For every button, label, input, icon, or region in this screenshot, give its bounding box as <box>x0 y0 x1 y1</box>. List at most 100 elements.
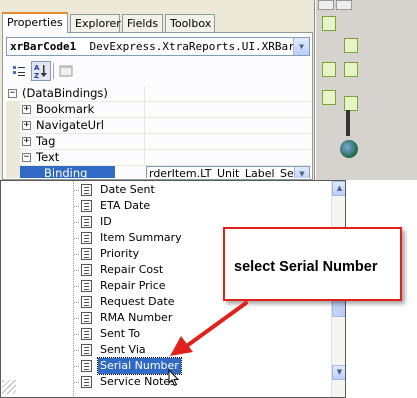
object-name: xrBarCode1 <box>10 40 77 53</box>
tree-guide-line <box>74 382 80 383</box>
band-marker-icon[interactable] <box>344 96 358 111</box>
tree-guide-line <box>74 350 80 351</box>
categorized-icon <box>13 66 25 76</box>
field-label: ETA Date <box>100 199 151 212</box>
field-icon <box>81 248 92 260</box>
field-icon <box>81 216 92 228</box>
row-gutter <box>6 102 20 118</box>
field-label: Date Sent <box>100 183 155 196</box>
property-row-text[interactable]: − Text <box>6 150 310 166</box>
collapse-icon[interactable]: − <box>22 153 31 162</box>
property-pages-button[interactable] <box>56 61 76 81</box>
field-icon <box>81 232 92 244</box>
field-icon <box>81 184 92 196</box>
chevron-down-icon[interactable]: ▼ <box>293 38 309 55</box>
field-icon <box>81 200 92 212</box>
callout-text: select Serial Number <box>234 259 378 275</box>
field-label: Item Summary <box>100 231 182 244</box>
svg-text:Z: Z <box>34 72 39 80</box>
property-row-binding[interactable]: Binding rderItem.LT_Unit_Label_Serial ▼ <box>6 166 310 178</box>
designer-tab[interactable] <box>336 0 352 10</box>
field-icon <box>81 360 92 372</box>
field-label: Priority <box>100 247 140 260</box>
row-gutter <box>6 150 20 166</box>
tree-guide-line <box>74 270 80 271</box>
instruction-callout: select Serial Number <box>223 227 402 301</box>
property-row-tag[interactable]: + Tag <box>6 134 310 150</box>
svg-text:A: A <box>34 64 40 72</box>
column-divider <box>144 102 145 118</box>
field-item[interactable]: RMA Number <box>1 310 331 326</box>
band-marker-icon[interactable] <box>322 62 336 77</box>
tab-properties[interactable]: Properties <box>2 12 68 33</box>
alphabetical-view-button[interactable]: A Z <box>31 61 51 81</box>
expand-icon[interactable]: + <box>22 121 31 130</box>
object-selector-combo[interactable]: xrBarCode1 DevExpress.XtraReports.UI.XRB… <box>6 37 310 56</box>
field-label: Sent Via <box>100 343 146 356</box>
tab-explorer[interactable]: Explorer <box>70 14 121 32</box>
row-gutter <box>6 166 20 178</box>
tree-guide-line <box>74 318 80 319</box>
field-icon <box>81 280 92 292</box>
property-label: Text <box>36 150 60 164</box>
column-divider <box>144 150 145 166</box>
field-icon <box>81 376 92 388</box>
resize-grip[interactable] <box>2 380 16 394</box>
property-label: Bookmark <box>36 102 95 116</box>
field-icon <box>81 264 92 276</box>
field-item[interactable]: Date Sent <box>1 182 331 198</box>
expand-icon[interactable]: + <box>22 105 31 114</box>
property-label: Binding <box>20 166 116 178</box>
property-row-bookmark[interactable]: + Bookmark <box>6 102 310 118</box>
binding-value-dropdown[interactable]: rderItem.LT_Unit_Label_Serial ▼ <box>146 166 310 178</box>
tree-guide-line <box>74 334 80 335</box>
designer-divider <box>346 110 350 136</box>
property-pages-icon <box>59 65 73 77</box>
tree-guide-line <box>74 238 80 239</box>
field-item[interactable]: ETA Date <box>1 198 331 214</box>
tree-guide-line <box>74 254 80 255</box>
tab-fields[interactable]: Fields <box>122 14 163 32</box>
field-item[interactable]: Serial Number <box>1 357 331 375</box>
toolbar-separator <box>53 63 54 79</box>
tree-guide-line <box>74 222 80 223</box>
scroll-down-icon[interactable]: ▼ <box>332 365 345 380</box>
collapse-icon[interactable]: − <box>8 89 17 98</box>
field-icon <box>81 312 92 324</box>
property-row-navigateurl[interactable]: + NavigateUrl <box>6 118 310 134</box>
field-icon <box>81 344 92 356</box>
tree-guide-line <box>74 206 80 207</box>
designer-tab[interactable] <box>318 0 334 10</box>
column-divider <box>144 134 145 150</box>
categorized-view-button[interactable] <box>9 61 29 81</box>
band-marker-icon[interactable] <box>322 90 336 105</box>
tree-guide-line <box>74 286 80 287</box>
panel-tabs: Properties Explorer Fields Toolbox <box>2 12 314 33</box>
property-label: Tag <box>36 134 56 148</box>
field-icon <box>81 296 92 308</box>
globe-icon <box>340 140 358 158</box>
band-marker-icon[interactable] <box>344 62 358 77</box>
field-item[interactable]: Sent Via <box>1 342 331 358</box>
chevron-down-icon[interactable]: ▼ <box>294 167 309 178</box>
tree-guide-line <box>74 190 80 191</box>
field-label: RMA Number <box>100 311 173 324</box>
field-label: Repair Cost <box>100 263 164 276</box>
field-label: Repair Price <box>100 279 166 292</box>
field-item[interactable]: Sent To <box>1 326 331 342</box>
binding-value: rderItem.LT_Unit_Label_Serial <box>149 167 310 178</box>
column-divider <box>144 118 145 134</box>
row-gutter <box>6 118 20 134</box>
band-marker-icon[interactable] <box>322 16 336 31</box>
field-label: Request Date <box>100 295 175 308</box>
property-row-databindings[interactable]: − (DataBindings) <box>6 86 310 102</box>
expand-icon[interactable]: + <box>22 137 31 146</box>
band-marker-icon[interactable] <box>344 38 358 53</box>
scroll-up-icon[interactable]: ▲ <box>332 181 345 196</box>
row-gutter <box>6 134 20 150</box>
object-type: DevExpress.XtraReports.UI.XRBarCode <box>89 40 310 53</box>
tab-toolbox[interactable]: Toolbox <box>165 14 215 32</box>
sort-az-icon: A Z <box>34 64 47 80</box>
field-item[interactable]: Service Notes <box>1 374 331 390</box>
tree-guide-line <box>74 366 80 367</box>
